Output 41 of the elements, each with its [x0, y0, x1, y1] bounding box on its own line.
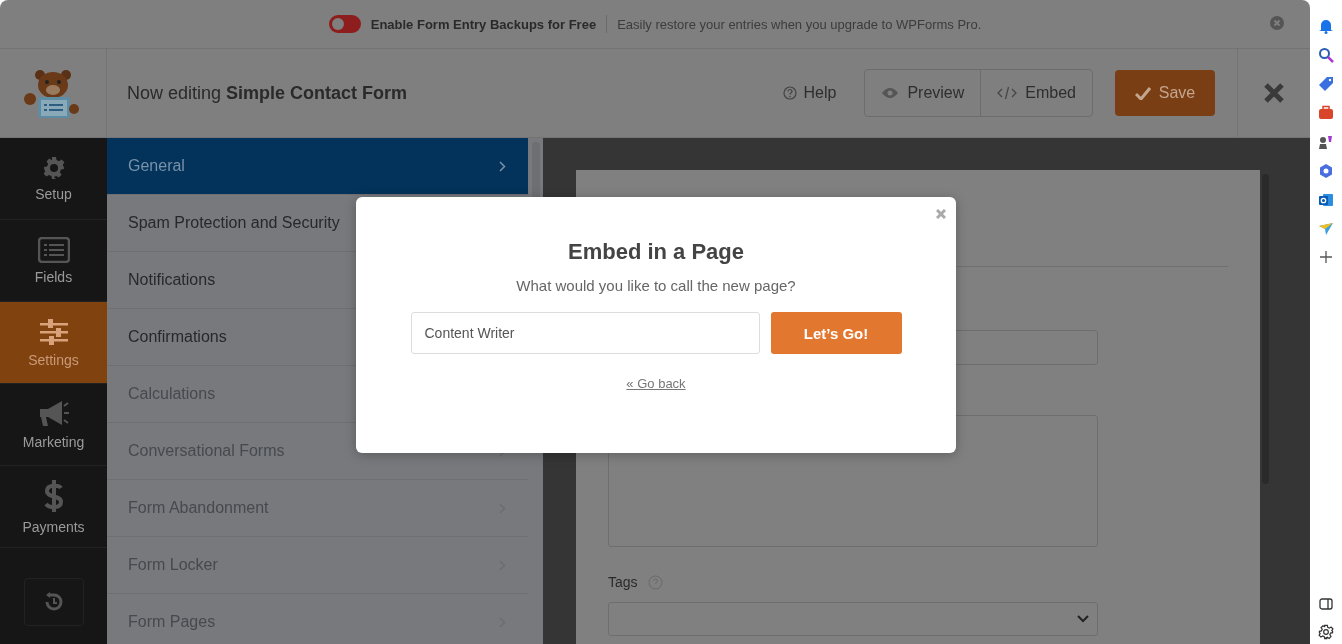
- briefcase-icon[interactable]: [1318, 105, 1334, 121]
- editing-title: Now editing Simple Contact Form: [126, 82, 409, 104]
- page-name-field[interactable]: Content Writer: [410, 312, 760, 354]
- settings-icon[interactable]: [1318, 624, 1334, 640]
- hexagon-icon[interactable]: [1318, 163, 1334, 179]
- sliders-icon: [38, 317, 69, 346]
- scrollbar-thumb[interactable]: [1261, 174, 1269, 484]
- embed-button[interactable]: Embed: [980, 70, 1092, 116]
- close-icon[interactable]: [936, 209, 946, 219]
- settings-menu-item[interactable]: General: [107, 138, 528, 195]
- field-label: Tags: [608, 574, 638, 590]
- question-icon: [783, 86, 798, 100]
- sidebar-toggle-icon[interactable]: [1319, 597, 1333, 611]
- nav-item[interactable]: Settings: [0, 302, 107, 384]
- banner-message: Easily restore your entries when you upgrade to WPForms Pro.: [617, 16, 982, 32]
- backup-toggle[interactable]: [328, 15, 361, 33]
- mail-app-icon[interactable]: [1318, 192, 1334, 208]
- list-icon: [37, 236, 70, 263]
- dialog-title: Embed in a Page: [567, 239, 745, 265]
- chevron-down-icon: [1077, 615, 1089, 623]
- check-icon: [1134, 86, 1151, 100]
- save-button[interactable]: Save: [1115, 70, 1215, 116]
- go-back-link[interactable]: « Go back: [626, 376, 686, 391]
- chevron-icon: [499, 160, 506, 172]
- megaphone-icon: [37, 399, 70, 428]
- lets-go-button[interactable]: Let’s Go!: [770, 312, 902, 354]
- chess-icon[interactable]: [1318, 134, 1334, 150]
- paper-plane-icon[interactable]: [1318, 221, 1334, 237]
- preview-button[interactable]: Preview: [865, 70, 981, 116]
- add-icon[interactable]: [1319, 250, 1333, 264]
- tag-icon[interactable]: [1318, 76, 1334, 92]
- dollar-icon: [42, 478, 65, 513]
- search-icon[interactable]: [1318, 47, 1334, 63]
- revisions-button[interactable]: [23, 578, 84, 626]
- close-icon[interactable]: [1263, 82, 1285, 104]
- code-icon: [997, 86, 1018, 100]
- help-button[interactable]: Help: [777, 83, 843, 103]
- eye-icon: [881, 87, 900, 99]
- bell-icon[interactable]: [1318, 18, 1334, 34]
- banner-title: Enable Form Entry Backups for Free: [370, 16, 597, 32]
- gear-icon: [41, 155, 66, 180]
